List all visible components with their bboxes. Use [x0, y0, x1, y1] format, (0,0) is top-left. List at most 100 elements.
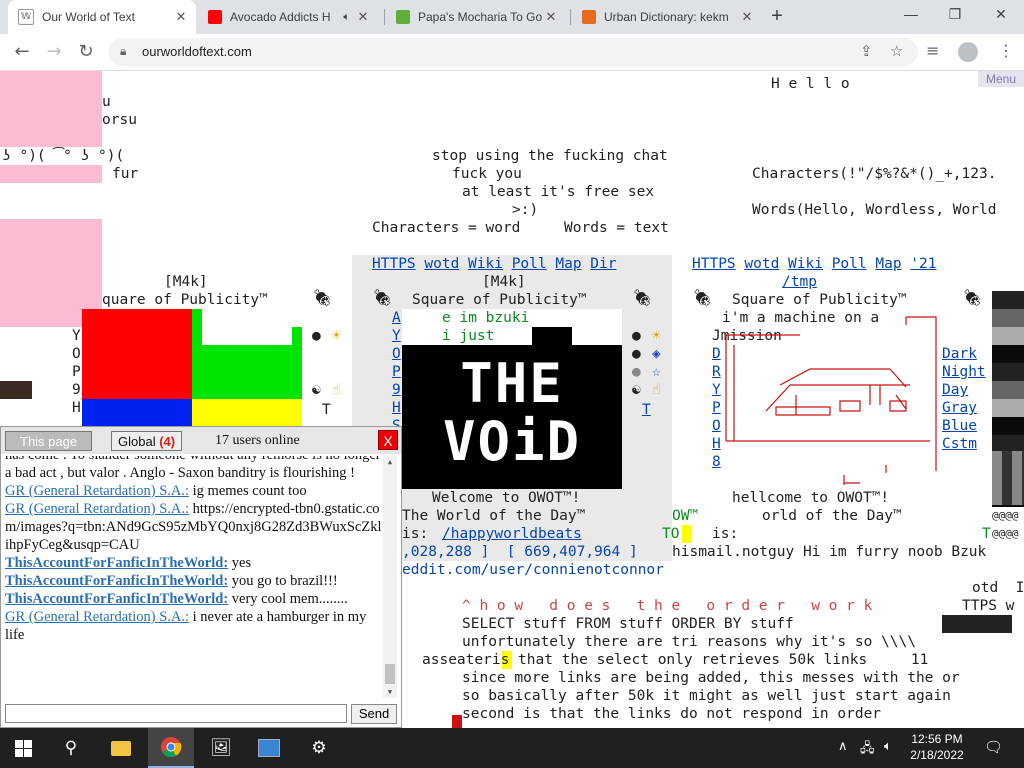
color-block-green: [192, 309, 202, 399]
clock-time: 12:56 PM: [911, 732, 963, 746]
tab-title: Our World of Text: [42, 10, 135, 24]
forward-icon[interactable]: →: [42, 40, 66, 64]
world-of-the-day-label: orld of the Day™: [762, 508, 902, 524]
scroll-down-icon[interactable]: ▼: [383, 688, 397, 696]
chat-scrollbar[interactable]: ▲ ▼: [383, 456, 397, 698]
bookmark-star-icon[interactable]: ☆: [890, 42, 903, 60]
chat-close-button[interactable]: X: [378, 430, 398, 450]
address-bar[interactable]: 🔒︎ ourworldoftext.com ⇪ ☆: [108, 38, 918, 66]
url-text[interactable]: ourworldoftext.com: [142, 44, 252, 59]
machine-ascii-art: [725, 316, 937, 485]
canvas-text: i just: [442, 328, 495, 344]
notification-center-icon[interactable]: 🗨︎: [984, 738, 1003, 756]
more-menu-icon[interactable]: ⋮: [998, 41, 1014, 60]
media-control-icon[interactable]: ≡: [926, 41, 939, 60]
start-windows-icon[interactable]: [0, 728, 46, 768]
system-clock[interactable]: 12:56 PM 2/18/2022: [906, 731, 968, 763]
yellow-cell: [682, 525, 692, 543]
chat-message-list[interactable]: has come . To slander someone without an…: [5, 456, 383, 698]
wiki-link[interactable]: Wiki: [788, 256, 823, 272]
scrollbar-thumb[interactable]: [385, 664, 395, 684]
minimize-icon[interactable]: —: [896, 6, 926, 22]
https-link[interactable]: HTTPS: [692, 256, 736, 272]
canvas-text: Characters(!"/$%?&*()_+,123.: [752, 166, 997, 182]
chat-message: ThisAccountForFanficInTheWorld: very coo…: [5, 590, 383, 608]
chat-message: GR (General Retardation) S.A.: i never a…: [5, 608, 383, 644]
sun-icon: ☀: [652, 328, 661, 344]
https-link[interactable]: HTTPS: [372, 256, 416, 272]
close-tab-icon[interactable]: ✕: [738, 9, 756, 25]
wiki-link[interactable]: Wiki: [468, 256, 503, 272]
control-panel-icon[interactable]: [246, 728, 292, 768]
reload-icon[interactable]: ↻: [74, 40, 98, 64]
dir-link[interactable]: Dir: [590, 256, 616, 272]
file-explorer-icon[interactable]: [98, 728, 144, 768]
poll-link[interactable]: Poll: [512, 256, 547, 272]
speaker-icon[interactable]: 🔈︎: [343, 11, 350, 24]
canvas-text: SELECT stuff FROM stuff ORDER BY stuff: [462, 616, 794, 632]
chat-input[interactable]: [5, 704, 347, 723]
theme-custom-link[interactable]: Cstm: [942, 436, 977, 452]
theme-gray-link[interactable]: Gray: [942, 400, 977, 416]
chat-message: ThisAccountForFanficInTheWorld: yes: [5, 554, 383, 572]
window-close-icon[interactable]: ✕: [986, 6, 1016, 23]
chat-tab-this-page[interactable]: This page: [5, 431, 93, 451]
scroll-up-icon[interactable]: ▲: [383, 458, 397, 466]
navigation-bar: ← → ↻ 🔒︎ ourworldoftext.com ⇪ ☆ ≡ ⋮: [0, 34, 1024, 71]
tab-urban-dictionary[interactable]: Urban Dictionary: kekm ✕: [572, 0, 762, 34]
poll-link[interactable]: Poll: [832, 256, 867, 272]
chat-username-link[interactable]: ThisAccountForFanficInTheWorld:: [5, 591, 228, 607]
theme-night-link[interactable]: Night: [942, 364, 986, 380]
close-tab-icon[interactable]: ✕: [172, 9, 190, 25]
chat-username-link[interactable]: ThisAccountForFanficInTheWorld:: [5, 573, 228, 589]
new-tab-icon[interactable]: +: [766, 5, 788, 28]
canvas-text: @@@@ @@@@: [992, 509, 1019, 540]
wotd-link[interactable]: wotd: [744, 256, 779, 272]
chat-tab-bar: This page Global (4) 17 users online X: [1, 427, 401, 454]
panel2-links: HTTPS wotd Wiki Poll Map Dir: [372, 255, 617, 273]
owot-menu-button[interactable]: Menu: [978, 71, 1024, 87]
year-link[interactable]: '21: [910, 256, 936, 272]
welcome-text: Welcome to OWOT™!: [432, 490, 581, 506]
theme-day-link[interactable]: Day: [942, 382, 968, 398]
tab-papas-mocharia[interactable]: Papa's Mocharia To Go ✕: [386, 0, 566, 34]
theme-links: Dark Night Day Gray Blue Cstm: [942, 345, 986, 453]
search-icon[interactable]: ⚲: [48, 728, 94, 768]
chat-tab-global[interactable]: Global (4): [111, 431, 183, 451]
restore-icon[interactable]: ❐: [940, 6, 970, 23]
chrome-icon[interactable]: [148, 728, 194, 768]
lock-icon[interactable]: 🔒︎: [120, 44, 126, 59]
photos-icon[interactable]: 🖼︎: [198, 728, 244, 768]
chat-send-button[interactable]: Send: [351, 704, 397, 724]
close-tab-icon[interactable]: ✕: [354, 9, 372, 25]
canvas-text: u: [102, 94, 111, 110]
tmp-link[interactable]: /tmp: [782, 273, 817, 291]
profile-avatar[interactable]: [958, 42, 978, 62]
hand-icon: ☝: [652, 382, 661, 398]
tab-avocado-addicts[interactable]: Avocado Addicts H 🔈︎ ✕: [198, 0, 378, 34]
map-link[interactable]: Map: [875, 256, 901, 272]
canvas-text: OW™: [672, 508, 699, 524]
tab-our-world-of-text[interactable]: 𝕎 Our World of Text ✕: [8, 0, 196, 34]
theme-blue-link[interactable]: Blue: [942, 418, 977, 434]
canvas-text: asseateris that the select only retrieve…: [422, 652, 929, 668]
close-tab-icon[interactable]: ✕: [542, 9, 560, 25]
chat-username-link[interactable]: GR (General Retardation) S.A.:: [5, 609, 189, 625]
canvas-text: hismail.notguy Hi im furry noob Bzuk: [672, 544, 987, 560]
network-icon[interactable]: 🖧︎: [860, 739, 875, 761]
volume-icon[interactable]: 🔈︎: [884, 739, 892, 754]
chat-username-link[interactable]: GR (General Retardation) S.A.:: [5, 501, 189, 517]
chat-username-link[interactable]: ThisAccountForFanficInTheWorld:: [5, 555, 228, 571]
share-icon[interactable]: ⇪: [860, 42, 873, 60]
canvas-text: orsu: [102, 112, 137, 128]
owot-canvas[interactable]: Menu u orsu ʖ °)( ͡° ʖ °)( fur H e l l o…: [0, 71, 1024, 728]
settings-gear-icon[interactable]: ⚙: [296, 728, 342, 768]
map-link[interactable]: Map: [555, 256, 581, 272]
chat-username-link[interactable]: GR (General Retardation) S.A.:: [5, 483, 189, 499]
wotd-link[interactable]: wotd: [424, 256, 459, 272]
canvas-text: TTPS w: [962, 598, 1015, 614]
back-icon[interactable]: ←: [10, 40, 34, 64]
theme-dark-link[interactable]: Dark: [942, 346, 977, 362]
world-of-the-day-link[interactable]: /happyworldbeats: [442, 525, 582, 543]
show-hidden-icons-icon[interactable]: ∧: [838, 739, 848, 754]
